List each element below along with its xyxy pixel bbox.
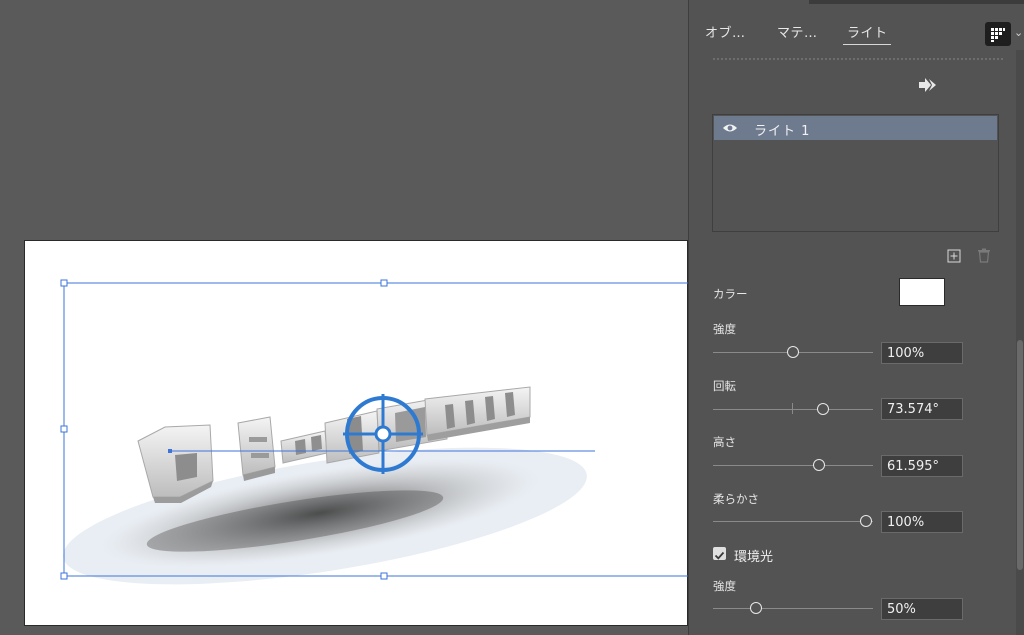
ambient-intensity-slider-track[interactable] [713, 608, 873, 609]
add-light-button[interactable] [947, 248, 961, 263]
tab-light[interactable]: ライト [847, 22, 888, 41]
handle-middle-left[interactable] [60, 425, 68, 433]
color-label: カラー [713, 287, 748, 301]
softness-slider-thumb[interactable] [860, 515, 872, 527]
light-list-item[interactable]: ライト 1 [714, 116, 997, 140]
panel-divider [713, 58, 1003, 60]
light-list[interactable]: ライト 1 [712, 114, 999, 232]
rotation-input[interactable]: 73.574° [881, 398, 963, 420]
tab-material[interactable]: マテ… [777, 22, 818, 41]
height-slider-thumb[interactable] [813, 459, 825, 471]
render-button[interactable] [985, 22, 1011, 46]
light-position-handle[interactable] [374, 425, 392, 443]
move-light-to-front-button[interactable] [917, 74, 939, 96]
handle-top-left[interactable] [60, 279, 68, 287]
rotation-label: 回転 [713, 379, 736, 393]
light-name-label: ライト 1 [754, 124, 811, 139]
rotation-center-tick [792, 403, 793, 414]
panel-scrollbar-thumb[interactable] [1017, 340, 1023, 570]
ambient-light-label: 環境光 [734, 550, 774, 565]
ambient-intensity-slider-thumb[interactable] [750, 602, 762, 614]
intensity-input[interactable]: 100% [881, 342, 963, 364]
tab-object[interactable]: オブ… [705, 22, 746, 41]
rotation-slider-thumb[interactable] [817, 403, 829, 415]
eye-icon[interactable] [722, 121, 738, 135]
ambient-intensity-input[interactable]: 50% [881, 598, 963, 620]
handle-bottom-center[interactable] [380, 572, 388, 580]
softness-input[interactable]: 100% [881, 511, 963, 533]
light-color-swatch[interactable] [899, 278, 945, 306]
rotation-slider-track[interactable] [713, 409, 873, 410]
render-icon [991, 28, 1005, 42]
ambient-intensity-label: 強度 [713, 579, 736, 593]
artboard[interactable] [24, 240, 689, 627]
panel-top-bar [809, 0, 1024, 4]
intensity-slider-thumb[interactable] [787, 346, 799, 358]
height-label: 高さ [713, 435, 736, 449]
active-tab-indicator [843, 44, 891, 45]
move-light-to-front-icon [919, 78, 936, 92]
add-light-icon [947, 249, 961, 263]
intensity-label: 強度 [713, 322, 736, 336]
panel-scrollbar[interactable] [1016, 50, 1024, 635]
softness-slider-track[interactable] [713, 521, 873, 522]
canvas-area[interactable] [0, 0, 689, 635]
3d-properties-panel: オブ… マテ… ライト ⌄ ライト 1 カラー 強度 100% 回転 73.57… [688, 0, 1024, 635]
artwork[interactable] [25, 241, 689, 627]
height-input[interactable]: 61.595° [881, 455, 963, 477]
render-options-chevron-icon[interactable]: ⌄ [1014, 26, 1023, 39]
handle-top-center[interactable] [380, 279, 388, 287]
handle-bottom-left[interactable] [60, 572, 68, 580]
ambient-light-checkbox[interactable] [713, 547, 726, 560]
softness-label: 柔らかさ [713, 492, 759, 506]
height-slider-track[interactable] [713, 465, 873, 466]
delete-light-button[interactable] [977, 248, 991, 263]
trash-icon [978, 248, 990, 263]
checkmark-icon [714, 551, 725, 560]
